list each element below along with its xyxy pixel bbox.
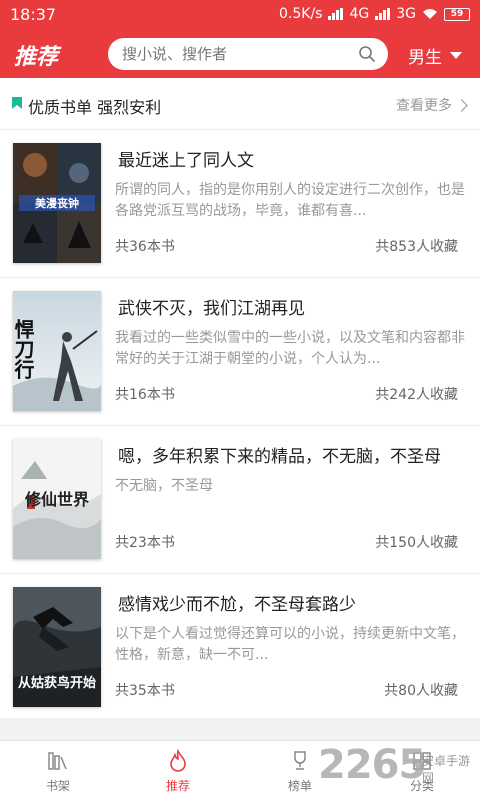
signal-icon (328, 8, 344, 20)
search-icon[interactable] (358, 45, 376, 63)
nav-shelf-label: 书架 (45, 779, 70, 793)
battery-icon: 59 (444, 7, 470, 21)
watermark-logo: 2265 (318, 742, 426, 788)
status-time: 18:37 (10, 5, 57, 24)
book-cover: 美漫丧钟 (13, 143, 101, 263)
network-type-1: 4G (349, 6, 370, 22)
bookshelf-icon (48, 752, 67, 770)
watermark-text: 安卓手游网 (422, 754, 471, 785)
cover-title: 从姑获鸟开始 (18, 675, 96, 691)
list-item-title: 感情戏少而不尬，不圣母套路少 (118, 595, 356, 615)
list-item-desc: 我看过的一些类似雪中的一些小说，以及文笔和内容都非常好的关于江湖于朝堂的小说，个… (115, 330, 465, 367)
cover-title: 修仙世界 (24, 490, 89, 509)
signal-icon-2 (375, 8, 391, 20)
see-more-link[interactable]: 查看更多 (396, 95, 468, 115)
cover-title: 美漫丧钟 (35, 196, 79, 210)
list-item-desc: 以下是个人看过觉得还算可以的小说，持续更新中文笔，性格，新意，缺一不可... (115, 626, 465, 663)
battery-level: 59 (450, 8, 464, 19)
list-item-title: 最近迷上了同人文 (118, 151, 254, 171)
divider (0, 718, 480, 740)
section-header: 优质书单 强烈安利 查看更多 (0, 78, 480, 130)
book-cover: 悍刀行 (13, 291, 101, 411)
network-speed: 0.5K/s (279, 6, 323, 22)
list-item[interactable]: 从姑获鸟开始 感情戏少而不尬，不圣母套路少 以下是个人看过觉得还算可以的小说，持… (0, 574, 480, 722)
page-title: 推荐 (14, 45, 59, 70)
section-title: 优质书单 强烈安利 (28, 98, 162, 117)
cover-title: 悍刀行 (13, 318, 35, 379)
gender-label: 男生 (408, 48, 442, 68)
list-item-desc: 所谓的同人，指的是你用别人的设定进行二次创作，也是各路党派互骂的战场，毕竟，谁都… (115, 182, 465, 219)
wifi-icon (423, 9, 437, 19)
book-cover: 修仙世界 (13, 439, 101, 559)
list-item[interactable]: 悍刀行 武侠不灭，我们江湖再见 我看过的一些类似雪中的一些小说，以及文笔和内容都… (0, 278, 480, 426)
favorite-count: 共150人收藏 (375, 535, 458, 551)
list-item-title: 嗯，多年积累下来的精品，不无脑，不圣母 (118, 447, 441, 467)
book-count: 共23本书 (115, 535, 175, 551)
watermark: 2265 安卓手游网 (318, 738, 480, 798)
network-type-2: 3G (396, 6, 416, 22)
list-item[interactable]: 修仙世界 嗯，多年积累下来的精品，不无脑，不圣母 不无脑，不圣母 共23本书 共… (0, 426, 480, 574)
list-item-title: 武侠不灭，我们江湖再见 (118, 299, 305, 319)
list-item[interactable]: 美漫丧钟 最近迷上了同人文 所谓的同人，指的是你用别人的设定进行二次创作，也是各… (0, 130, 480, 278)
favorite-count: 共80人收藏 (384, 683, 458, 699)
list-item-desc: 不无脑，不圣母 (115, 478, 213, 494)
search-input[interactable] (122, 38, 342, 70)
status-bar: 18:37 0.5K/s 4G 3G 59 (0, 0, 480, 30)
book-count: 共35本书 (115, 683, 175, 699)
status-indicators: 0.5K/s 4G 3G 59 (279, 6, 470, 22)
caret-down-icon (450, 52, 462, 59)
nav-shelf[interactable]: 书架 (28, 749, 88, 794)
nav-recommend[interactable]: 推荐 (148, 749, 208, 794)
book-count: 共16本书 (115, 387, 175, 403)
book-count: 共36本书 (115, 239, 175, 255)
nav-recommend-label: 推荐 (165, 779, 190, 793)
nav-rank-label: 榜单 (287, 779, 312, 793)
favorite-count: 共242人收藏 (375, 387, 458, 403)
book-cover: 从姑获鸟开始 (13, 587, 101, 707)
favorite-count: 共853人收藏 (375, 239, 458, 255)
app-header: 推荐 男生 (0, 30, 480, 78)
chevron-right-icon (455, 98, 468, 112)
trophy-icon (294, 751, 306, 770)
flame-icon (170, 749, 186, 772)
bookmark-icon (12, 97, 22, 109)
search-box[interactable] (108, 38, 388, 70)
gender-select[interactable]: 男生 (408, 43, 462, 68)
see-more-label: 查看更多 (396, 98, 452, 114)
